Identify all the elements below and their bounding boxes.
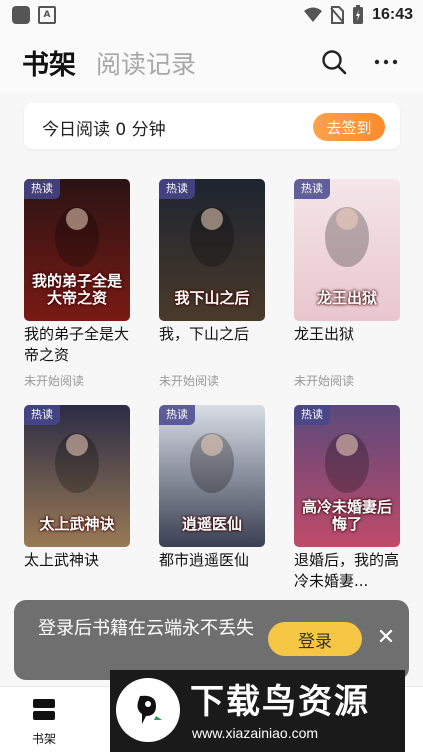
status-time: 16:43 xyxy=(372,6,413,23)
battery-icon xyxy=(353,5,364,24)
book-title[interactable]: 龙王出狱 xyxy=(294,324,400,345)
book-title[interactable]: 太上武神诀 xyxy=(24,550,130,571)
tab-bookshelf[interactable]: 书架 xyxy=(22,43,76,82)
reading-time-card: 今日阅读 0 分钟 去签到 xyxy=(24,103,400,149)
hot-badge: 热读 xyxy=(294,405,330,425)
cover-title-text: 高冷未婚妻后悔了 xyxy=(301,498,392,533)
book-item[interactable]: 我下山之后 热读我，下山之后未开始阅读 xyxy=(159,179,265,394)
search-icon[interactable] xyxy=(320,48,348,76)
hot-badge: 热读 xyxy=(159,179,195,199)
book-read-status: 未开始阅读 xyxy=(159,374,220,388)
book-cover[interactable]: 我下山之后 热读 xyxy=(159,179,265,321)
reading-time-text: 今日阅读 0 分钟 xyxy=(42,120,166,140)
book-title[interactable]: 退婚后，我的高冷未婚妻... xyxy=(294,550,400,592)
book-cover[interactable]: 龙王出狱 热读 xyxy=(294,179,400,321)
book-cover[interactable]: 逍遥医仙 热读 xyxy=(159,405,265,547)
no-sim-icon xyxy=(330,6,345,24)
book-read-status: 未开始阅读 xyxy=(294,374,355,388)
watermark-url: www.xiazainiao.com xyxy=(192,725,319,741)
hot-badge: 热读 xyxy=(24,179,60,199)
more-icon[interactable] xyxy=(372,48,400,76)
a-notification-icon: A xyxy=(38,6,56,24)
login-toast: 登录后书籍在云端永不丢失 登录 ✕ xyxy=(14,600,409,680)
close-icon[interactable]: ✕ xyxy=(376,627,396,649)
login-button[interactable]: 登录 xyxy=(268,622,362,656)
watermark-logo xyxy=(116,678,180,742)
watermark-banner: 下载鸟资源 www.xiazainiao.com xyxy=(110,670,405,752)
book-title[interactable]: 我，下山之后 xyxy=(159,324,265,345)
hot-badge: 热读 xyxy=(24,405,60,425)
cover-title-text: 逍遥医仙 xyxy=(181,515,242,533)
book-cover[interactable]: 我的弟子全是大帝之资 热读 xyxy=(24,179,130,321)
login-toast-text: 登录后书籍在云端永不丢失 xyxy=(38,618,254,639)
cover-title-text: 我下山之后 xyxy=(174,289,250,307)
book-cover[interactable]: 太上武神诀 热读 xyxy=(24,405,130,547)
app-notification-icon xyxy=(12,6,30,24)
book-cover[interactable]: 高冷未婚妻后悔了 热读 xyxy=(294,405,400,547)
tab-reading-history[interactable]: 阅读记录 xyxy=(96,45,196,81)
cover-title-text: 我的弟子全是大帝之资 xyxy=(31,272,122,307)
hot-badge: 热读 xyxy=(294,179,330,199)
header: 书架 阅读记录 xyxy=(0,30,423,92)
book-item[interactable]: 龙王出狱 热读龙王出狱未开始阅读 xyxy=(294,179,400,394)
bookshelf-icon xyxy=(33,699,55,720)
book-item[interactable]: 我的弟子全是大帝之资 热读我的弟子全是大帝之资未开始阅读 xyxy=(24,179,130,394)
nav-item-bookshelf[interactable]: 书架 xyxy=(22,697,66,747)
nav-bookshelf-label: 书架 xyxy=(31,732,56,746)
book-item[interactable]: 高冷未婚妻后悔了 热读退婚后，我的高冷未婚妻... xyxy=(294,405,400,620)
book-title[interactable]: 我的弟子全是大帝之资 xyxy=(24,324,130,366)
checkin-button[interactable]: 去签到 xyxy=(313,113,385,141)
book-read-status: 未开始阅读 xyxy=(24,374,85,388)
watermark-title: 下载鸟资源 xyxy=(190,682,370,722)
book-item[interactable]: 逍遥医仙 热读都市逍遥医仙 xyxy=(159,405,265,620)
cover-title-text: 龙王出狱 xyxy=(316,289,377,307)
book-item[interactable]: 太上武神诀 热读太上武神诀 xyxy=(24,405,130,620)
book-title[interactable]: 都市逍遥医仙 xyxy=(159,550,265,571)
cover-title-text: 太上武神诀 xyxy=(39,515,115,533)
hot-badge: 热读 xyxy=(159,405,195,425)
status-bar: A 16:43 xyxy=(0,0,423,30)
wifi-icon xyxy=(304,7,323,22)
bird-logo-icon xyxy=(137,695,162,724)
